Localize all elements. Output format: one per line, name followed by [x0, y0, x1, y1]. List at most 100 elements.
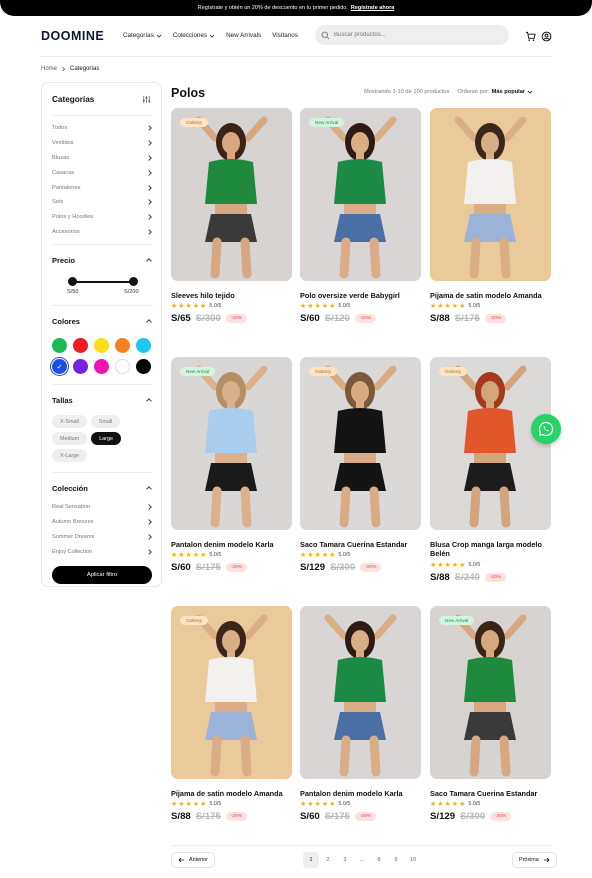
color-swatch[interactable] — [115, 338, 130, 354]
prev-page-button[interactable]: Anterior — [171, 852, 215, 868]
category-item[interactable]: Casacas — [52, 165, 152, 180]
product-image[interactable] — [430, 108, 551, 281]
product-card[interactable]: New Arrival Pantalon denim modelo Karla ★★… — [171, 357, 292, 573]
size-option[interactable]: Large — [91, 432, 121, 446]
product-name[interactable]: Saco Tamara Cuerina Estandar — [300, 540, 421, 549]
page-number[interactable]: 3 — [337, 852, 353, 868]
filter-settings-icon[interactable] — [142, 95, 151, 104]
product-image[interactable]: Outlet ◎ — [430, 357, 551, 530]
product-image[interactable]: New Arrival — [171, 357, 292, 530]
product-name[interactable]: Saco Tamara Cuerina Estandar — [430, 789, 551, 798]
category-item[interactable]: Pantalones — [52, 180, 152, 195]
nav-colecciones[interactable]: Colecciones — [173, 32, 215, 39]
category-label: Accesorios — [52, 228, 80, 235]
page-number[interactable]: 8 — [371, 852, 387, 868]
product-image[interactable] — [300, 606, 421, 779]
product-name[interactable]: Sleeves hilo tejido — [171, 291, 292, 300]
color-swatch[interactable] — [73, 359, 88, 375]
product-card[interactable]: New Arrival Saco Tamara Cuerina Estandar ★… — [430, 606, 551, 822]
color-swatch[interactable] — [73, 338, 88, 354]
nav-categorias-label: Categorías — [123, 32, 154, 39]
category-item[interactable]: Accesorios — [52, 225, 152, 240]
product-card[interactable]: Outlet ◎ Saco Tamara Cuerina Estandar ★★★★… — [300, 357, 421, 573]
product-image[interactable]: New Arrival — [430, 606, 551, 779]
nav-categorias[interactable]: Categorías — [123, 32, 162, 39]
product-card[interactable]: Outlet ◎ Sleeves hilo tejido ★★★★★ 5.0/5 S/6… — [171, 108, 292, 324]
collection-item[interactable]: Summer Dreams — [52, 529, 152, 544]
price-range-slider[interactable] — [52, 275, 151, 289]
next-page-button[interactable]: Próxima — [512, 852, 557, 868]
sizes-section-header[interactable]: Tallas — [52, 385, 152, 415]
page-number[interactable]: 10 — [405, 852, 421, 868]
product-photo — [171, 606, 292, 779]
price-max-handle[interactable] — [129, 277, 138, 287]
product-badge: Outlet ◎ — [439, 367, 468, 376]
category-item[interactable]: Sets — [52, 195, 152, 210]
color-swatch[interactable] — [115, 359, 130, 375]
sort-dropdown[interactable]: Ordenar por: Más popular — [457, 89, 533, 95]
colors-section-header[interactable]: Colores — [52, 306, 152, 336]
category-item[interactable]: Todos — [52, 121, 152, 136]
price-min-handle[interactable] — [68, 277, 77, 287]
product-card[interactable]: Pantalon denim modelo Karla ★★★★★ 5.0/5 S/6… — [300, 606, 421, 822]
category-item[interactable]: Polos y Hoodies — [52, 210, 152, 225]
size-option[interactable]: X-Small — [52, 415, 87, 429]
nav-new-arrivals[interactable]: New Arrivals — [226, 32, 261, 39]
collection-item[interactable]: Real Sensation — [52, 499, 152, 514]
product-image[interactable]: New Arrival — [300, 108, 421, 281]
product-price: S/88 — [430, 313, 450, 325]
collection-item[interactable]: Enjoy Collection — [52, 544, 152, 559]
product-image[interactable]: Outlet ◎ — [300, 357, 421, 530]
star-rating-icon: ★★★★★ — [300, 552, 337, 560]
product-card[interactable]: New Arrival Polo oversize verde Babygirl ★… — [300, 108, 421, 324]
product-card[interactable]: Outlet ◎ Blusa Crop manga larga modelo Be… — [430, 357, 551, 583]
chevron-up-icon — [146, 486, 152, 493]
product-photo — [171, 357, 292, 530]
register-link[interactable]: Regístrate ahora — [351, 5, 394, 11]
account-icon[interactable] — [540, 30, 552, 42]
color-swatch[interactable] — [94, 359, 109, 375]
apply-filter-button[interactable]: Aplicar filtro — [52, 566, 152, 585]
page-title: Polos — [171, 86, 206, 100]
product-card[interactable]: Outlet ◎ Pijama de satin modelo Amanda ★★★… — [171, 606, 292, 822]
product-image[interactable]: Outlet ◎ — [171, 108, 292, 281]
product-name[interactable]: Pantalon denim modelo Karla — [171, 540, 292, 549]
product-name[interactable]: Pantalon denim modelo Karla — [300, 789, 421, 798]
product-name[interactable]: Blusa Crop manga larga modelo Belén — [430, 540, 551, 559]
product-old-price: S/175 — [195, 562, 221, 574]
chevron-right-icon — [146, 155, 152, 161]
search-bar[interactable] — [315, 25, 509, 45]
collection-item[interactable]: Autumn Breezes — [52, 514, 152, 529]
product-name[interactable]: Polo oversize verde Babygirl — [300, 291, 421, 300]
size-option[interactable]: Small — [90, 415, 121, 429]
product-photo — [300, 606, 421, 779]
sort-label: Ordenar por: — [457, 89, 490, 95]
color-swatch[interactable]: ✓ — [52, 359, 67, 375]
product-card[interactable]: Pijama de satin modelo Amanda ★★★★★ 5.0/5 S… — [430, 108, 551, 324]
product-name[interactable]: Pijama de satin modelo Amanda — [171, 789, 292, 798]
whatsapp-button[interactable] — [531, 414, 561, 444]
breadcrumb-home[interactable]: Home — [41, 66, 57, 72]
size-option[interactable]: Medium — [52, 432, 88, 446]
cart-icon[interactable] — [524, 30, 536, 42]
page-number[interactable]: 1 — [303, 852, 319, 868]
product-image[interactable]: Outlet ◎ — [171, 606, 292, 779]
nav-visitanos[interactable]: Visítanos — [272, 32, 298, 39]
size-option[interactable]: X-Large — [52, 449, 88, 463]
product-rating: ★★★★★ 5.0/5 — [300, 551, 421, 559]
color-swatch[interactable] — [52, 338, 67, 354]
color-swatch[interactable] — [94, 338, 109, 354]
logo[interactable]: DOOMINE — [41, 29, 104, 43]
category-label: Casacas — [52, 169, 75, 176]
page-number[interactable]: 2 — [320, 852, 336, 868]
page-number[interactable]: 9 — [388, 852, 404, 868]
color-swatch[interactable] — [136, 359, 151, 375]
category-item[interactable]: Blusas — [52, 151, 152, 166]
category-item[interactable]: Vestidos — [52, 136, 152, 151]
star-rating-icon: ★★★★★ — [430, 303, 467, 311]
chevron-right-icon — [62, 66, 66, 72]
search-input[interactable] — [334, 32, 494, 38]
product-name[interactable]: Pijama de satin modelo Amanda — [430, 291, 551, 300]
color-swatch[interactable] — [136, 338, 151, 354]
price-section-header[interactable]: Precio — [52, 245, 152, 275]
